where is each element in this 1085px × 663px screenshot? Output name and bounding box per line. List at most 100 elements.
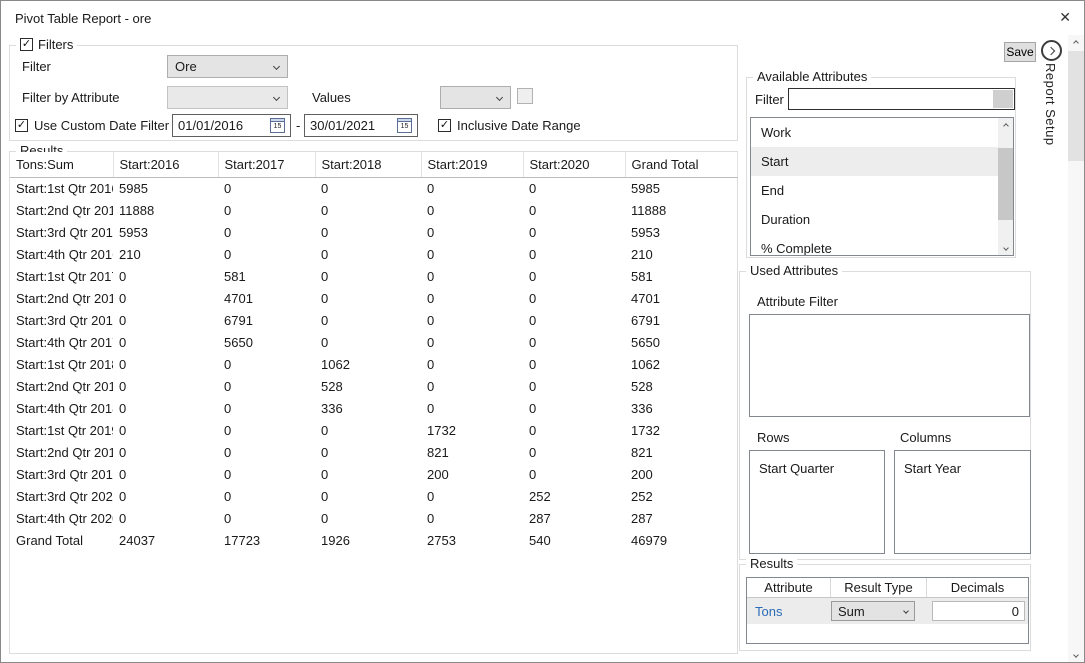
cell-value: 821 [625,442,737,464]
results-group: Results Tons:SumStart:2016Start:2017Star… [9,151,738,654]
table-row[interactable]: Start:1st Qtr 20170581000581 [10,266,737,288]
table-row[interactable]: Start:4th Qtr 20180033600336 [10,398,737,420]
cell-value: 0 [523,442,625,464]
column-header[interactable]: Tons:Sum [10,152,113,178]
date-from-input[interactable]: 01/01/2016 15 [172,114,291,137]
column-header[interactable]: Start:2016 [113,152,218,178]
cell-value: 4701 [218,288,315,310]
window-scrollbar[interactable] [1068,35,1084,662]
attribute-list-item[interactable]: Work [751,118,998,147]
cell-value: 0 [315,178,421,201]
cell-value: 0 [523,288,625,310]
attribute-filter-box[interactable] [749,314,1030,417]
cell-value: 336 [315,398,421,420]
result-type-dropdown[interactable]: Sum [831,601,915,621]
cell-value: 0 [218,508,315,530]
scroll-down-icon[interactable] [1068,647,1084,662]
date-separator: - [296,118,300,133]
cell-value: 2753 [421,530,523,552]
chevron-right-icon [1046,46,1054,54]
row-label: Start:3rd Qtr 2017 [10,310,113,332]
table-row[interactable]: Start:4th Qtr 2017056500005650 [10,332,737,354]
table-row[interactable]: Start:3rd Qtr 2017067910006791 [10,310,737,332]
date-to-input[interactable]: 30/01/2021 15 [304,114,418,137]
column-header[interactable]: Start:2018 [315,152,421,178]
scroll-thumb[interactable] [998,148,1013,220]
attribute-box-item[interactable]: Start Quarter [750,451,884,476]
filters-group: ✓ Filters Filter Ore Filter by Attribute… [9,45,738,141]
cell-value: 0 [315,222,421,244]
table-row[interactable]: Start:1st Qtr 2019000173201732 [10,420,737,442]
save-button[interactable]: Save [1004,42,1036,62]
cell-value: 540 [523,530,625,552]
column-header[interactable]: Start:2019 [421,152,523,178]
attribute-filter-input[interactable] [788,88,1015,110]
cell-value: 46979 [625,530,737,552]
values-checkbox[interactable] [517,88,533,104]
cell-value: 5953 [625,222,737,244]
row-label: Start:2nd Qtr 2018 [10,376,113,398]
cell-value: 200 [625,464,737,486]
table-row[interactable]: Start:1st Qtr 2016598500005985 [10,178,737,201]
results-config-row[interactable]: Tons Sum 0 [747,598,1028,624]
attribute-list-item[interactable]: Duration [751,205,998,234]
row-label: Start:2nd Qtr 2017 [10,288,113,310]
table-row[interactable]: Start:4th Qtr 20162100000210 [10,244,737,266]
scroll-thumb[interactable] [1068,51,1084,161]
attribute-list-item[interactable]: End [751,176,998,205]
rows-box[interactable]: Start Quarter [749,450,885,554]
column-header[interactable]: Grand Total [625,152,737,178]
filter-input-button[interactable] [993,90,1013,108]
cell-value: 0 [315,442,421,464]
cell-value: 1732 [625,420,737,442]
cell-value: 0 [113,288,218,310]
table-row[interactable]: Start:4th Qtr 20200000287287 [10,508,737,530]
table-row[interactable]: Grand Total24037177231926275354046979 [10,530,737,552]
values-label: Values [312,90,351,105]
available-attributes-list[interactable]: WorkStartEndDuration% Complete [750,117,1014,256]
use-custom-date-checkbox[interactable]: ✓ Use Custom Date Filter [15,118,169,133]
close-icon[interactable]: ✕ [1059,9,1071,26]
calendar-icon[interactable]: 15 [270,118,285,133]
cell-value: 5650 [218,332,315,354]
filter-dropdown[interactable]: Ore [167,55,288,78]
table-row[interactable]: Start:3rd Qtr 2016595300005953 [10,222,737,244]
inclusive-date-range-checkbox[interactable]: ✓ Inclusive Date Range [438,118,581,133]
values-dropdown[interactable] [440,86,511,109]
cell-value: 0 [218,420,315,442]
columns-box[interactable]: Start Year [894,450,1031,554]
row-label: Start:3rd Qtr 2020 [10,486,113,508]
report-setup-tab[interactable]: Report Setup [1043,63,1058,146]
row-label: Start:3rd Qtr 2016 [10,222,113,244]
cell-value: 0 [315,288,421,310]
cell-value: 5650 [625,332,737,354]
table-row[interactable]: Start:2nd Qtr 20190008210821 [10,442,737,464]
table-row[interactable]: Start:2nd Qtr 2017047010004701 [10,288,737,310]
column-header[interactable]: Start:2017 [218,152,315,178]
table-row[interactable]: Start:1st Qtr 2018001062001062 [10,354,737,376]
table-row[interactable]: Start:3rd Qtr 20200000252252 [10,486,737,508]
table-row[interactable]: Start:2nd Qtr 201611888000011888 [10,200,737,222]
table-row[interactable]: Start:2nd Qtr 20180052800528 [10,376,737,398]
filter-by-attribute-dropdown[interactable] [167,86,288,109]
filters-checkbox[interactable]: ✓ Filters [16,37,77,52]
column-header[interactable]: Start:2020 [523,152,625,178]
scroll-down-icon[interactable] [998,240,1013,255]
cell-value: 0 [113,486,218,508]
attribute-list-item[interactable]: Start [751,147,998,176]
calendar-icon[interactable]: 15 [397,118,412,133]
table-row[interactable]: Start:3rd Qtr 20190002000200 [10,464,737,486]
cell-value: 581 [218,266,315,288]
decimals-input[interactable]: 0 [932,601,1025,621]
cell-value: 0 [218,486,315,508]
attribute-list-item[interactable]: % Complete [751,234,998,256]
cell-value: 0 [113,266,218,288]
attribute-name[interactable]: Tons [747,604,831,619]
scroll-up-icon[interactable] [998,118,1013,133]
window-title: Pivot Table Report - ore [15,11,151,26]
scroll-up-icon[interactable] [1068,35,1084,50]
attribute-box-item[interactable]: Start Year [895,451,1030,476]
collapse-panel-button[interactable] [1041,40,1062,61]
cell-value: 11888 [113,200,218,222]
list-scrollbar[interactable] [998,118,1013,255]
